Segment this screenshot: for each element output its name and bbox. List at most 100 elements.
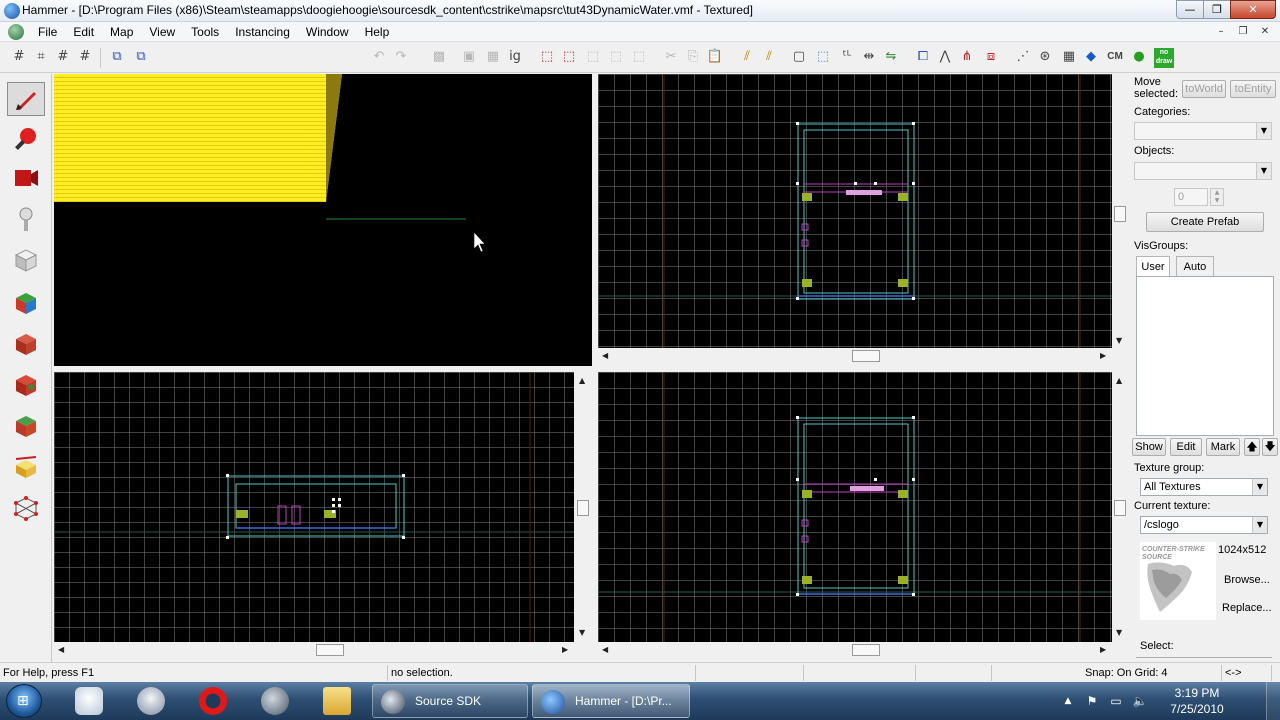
texture-lock-icon[interactable]: ⫽ bbox=[738, 48, 756, 66]
mdi-restore-button[interactable]: ❐ bbox=[1234, 24, 1252, 39]
scroll-down-arrow-icon[interactable]: ▼ bbox=[579, 628, 585, 637]
group-icon[interactable]: ⧉ bbox=[108, 48, 126, 66]
quick-hide-icon[interactable]: ⬚ bbox=[630, 48, 648, 66]
viewport-2d-side[interactable] bbox=[598, 372, 1112, 642]
mdi-close-button[interactable]: ✕ bbox=[1256, 24, 1274, 39]
texture-group-dropdown[interactable]: All Textures ▼ bbox=[1140, 478, 1268, 496]
side-view-vscroll-thumb[interactable] bbox=[1114, 500, 1126, 516]
menu-instancing[interactable]: Instancing bbox=[227, 22, 298, 42]
tab-auto[interactable]: Auto bbox=[1176, 256, 1214, 276]
decal-tool[interactable] bbox=[7, 367, 45, 401]
categories-dropdown[interactable]: ▼ bbox=[1134, 122, 1272, 140]
scroll-left-arrow-icon[interactable]: ◀ bbox=[602, 645, 608, 654]
hide-unselected-icon[interactable]: ⬚ bbox=[560, 48, 578, 66]
grid-smaller-icon[interactable]: # bbox=[54, 48, 72, 66]
side-view-hscrollbar[interactable]: ◀ ▶ bbox=[598, 642, 1112, 658]
clock[interactable]: 3:19 PM 7/25/2010 bbox=[1162, 685, 1232, 717]
flip-icon[interactable]: ⇋ bbox=[882, 48, 900, 66]
to-entity-button[interactable]: toEntity bbox=[1230, 80, 1276, 98]
show-desktop-button[interactable] bbox=[1266, 682, 1280, 720]
vertex-tool[interactable] bbox=[7, 490, 45, 524]
align-icon[interactable]: ⇹ bbox=[860, 48, 878, 66]
network-icon[interactable]: ▭ bbox=[1108, 693, 1124, 709]
viewport-2d-top[interactable] bbox=[598, 74, 1112, 348]
physics-icon[interactable]: ⊛ bbox=[1036, 48, 1054, 66]
front-view-hscrollbar[interactable]: ◀ ▶ bbox=[54, 642, 574, 658]
selection-tool[interactable] bbox=[7, 82, 45, 116]
minimize-button[interactable]: — bbox=[1176, 0, 1204, 19]
hollow-icon[interactable]: ▣ bbox=[460, 48, 478, 66]
browse-button[interactable]: Browse... bbox=[1224, 574, 1270, 586]
visgroup-icon[interactable]: ⬚ bbox=[607, 48, 625, 66]
nodraw-button[interactable]: no draw bbox=[1154, 48, 1174, 68]
clipping-tool[interactable] bbox=[7, 449, 45, 483]
mdi-minimize-button[interactable]: – bbox=[1212, 24, 1230, 39]
clip-icon[interactable]: ▦ bbox=[484, 48, 502, 66]
grid-toggle-icon[interactable]: # bbox=[10, 48, 28, 66]
side-view-hscroll-thumb[interactable] bbox=[852, 644, 880, 656]
viewport-3d-camera[interactable] bbox=[54, 74, 592, 366]
front-view-hscroll-thumb[interactable] bbox=[316, 644, 344, 656]
redo-icon[interactable]: ↷ bbox=[392, 48, 410, 66]
toggle-texture-lock-icon[interactable]: ᵗᴸ bbox=[838, 48, 856, 66]
create-prefab-button[interactable]: Create Prefab bbox=[1146, 212, 1264, 232]
pinned-app-steam[interactable] bbox=[252, 685, 298, 717]
show-button[interactable]: Show bbox=[1132, 438, 1166, 456]
menu-file[interactable]: File bbox=[30, 22, 65, 42]
ignore-grouping-icon[interactable]: ig bbox=[506, 48, 524, 66]
maximize-button[interactable]: ❐ bbox=[1203, 0, 1231, 19]
display-settings-icon[interactable]: ◆ bbox=[1082, 48, 1100, 66]
grid-3d-icon[interactable]: ⌗ bbox=[32, 48, 50, 66]
show-hidden-icons-icon[interactable]: ▲ bbox=[1060, 693, 1076, 709]
overlay-tool[interactable] bbox=[7, 408, 45, 442]
selection-box-icon[interactable]: ▢ bbox=[790, 48, 808, 66]
viewport-2d-front[interactable] bbox=[54, 372, 574, 642]
side-view-vscrollbar[interactable]: ▲ ▼ bbox=[1112, 372, 1128, 642]
top-view-vscrollbar[interactable]: ▼ bbox=[1112, 74, 1128, 348]
objects-dropdown[interactable]: ▼ bbox=[1134, 162, 1272, 180]
camera-tool[interactable] bbox=[7, 160, 45, 194]
block-tool[interactable] bbox=[7, 242, 45, 276]
edit-button[interactable]: Edit bbox=[1170, 438, 1202, 456]
scroll-up-arrow-icon[interactable]: ▲ bbox=[579, 376, 585, 385]
scroll-down-arrow-icon[interactable]: ▼ bbox=[1116, 628, 1122, 637]
scroll-down-arrow-icon[interactable]: ▼ bbox=[1116, 336, 1122, 345]
undo-icon[interactable]: ↶ bbox=[370, 48, 388, 66]
top-view-vscroll-thumb[interactable] bbox=[1114, 206, 1126, 222]
grid-larger-icon[interactable]: # bbox=[76, 48, 94, 66]
tab-user[interactable]: User bbox=[1136, 256, 1170, 276]
entity-report-icon[interactable]: ⋔ bbox=[958, 48, 976, 66]
start-button[interactable]: ⊞ bbox=[6, 684, 42, 718]
scroll-up-arrow-icon[interactable]: ▲ bbox=[1116, 376, 1122, 385]
top-view-hscrollbar[interactable]: ◀ ▶ bbox=[598, 348, 1112, 364]
autovisgroup-icon[interactable]: ● bbox=[1130, 48, 1148, 66]
volume-icon[interactable]: 🔈 bbox=[1132, 693, 1148, 709]
scroll-right-arrow-icon[interactable]: ▶ bbox=[562, 645, 568, 654]
cut-icon[interactable]: ✂ bbox=[662, 48, 680, 66]
close-button[interactable]: ✕ bbox=[1230, 0, 1276, 19]
entity-tool[interactable] bbox=[7, 201, 45, 235]
menu-view[interactable]: View bbox=[141, 22, 183, 42]
spin-arrows-icon[interactable]: ▲ ▼ bbox=[1210, 188, 1224, 206]
menu-tools[interactable]: Tools bbox=[183, 22, 227, 42]
menu-map[interactable]: Map bbox=[102, 22, 141, 42]
move-up-button[interactable]: 🡅 bbox=[1244, 438, 1260, 456]
run-map-icon[interactable]: ⋰ bbox=[1014, 48, 1032, 66]
ungroup-icon[interactable]: ⧉ bbox=[132, 48, 150, 66]
to-world-button[interactable]: toWorld bbox=[1182, 80, 1226, 98]
scroll-left-arrow-icon[interactable]: ◀ bbox=[602, 351, 608, 360]
menu-window[interactable]: Window bbox=[298, 22, 357, 42]
texture-application-tool[interactable] bbox=[7, 285, 45, 319]
menu-help[interactable]: Help bbox=[357, 22, 398, 42]
paste-icon[interactable]: 📋 bbox=[706, 48, 724, 66]
select-by-handles-icon[interactable]: ⬚ bbox=[814, 48, 832, 66]
scroll-right-arrow-icon[interactable]: ▶ bbox=[1100, 351, 1106, 360]
cm-button[interactable]: CM bbox=[1104, 48, 1126, 66]
task-source-sdk[interactable]: Source SDK bbox=[372, 684, 528, 718]
task-hammer[interactable]: Hammer - [D:\Pr... bbox=[532, 684, 690, 718]
pinned-app-opera[interactable] bbox=[190, 685, 236, 717]
front-view-vscroll-thumb[interactable] bbox=[577, 500, 589, 516]
visgroups-list[interactable] bbox=[1136, 276, 1274, 436]
scroll-right-arrow-icon[interactable]: ▶ bbox=[1100, 645, 1106, 654]
action-center-icon[interactable]: ⚑ bbox=[1084, 693, 1100, 709]
